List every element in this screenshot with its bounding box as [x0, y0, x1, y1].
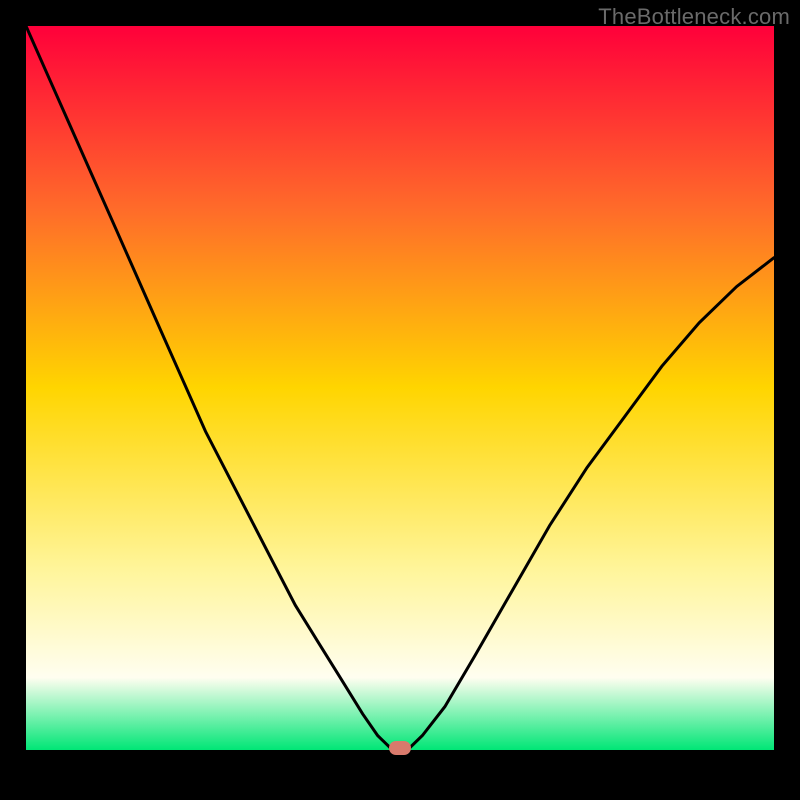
optimum-marker — [389, 741, 411, 755]
plot-background — [26, 26, 774, 750]
source-attribution: TheBottleneck.com — [598, 4, 790, 30]
bottleneck-chart — [0, 0, 800, 800]
chart-container: TheBottleneck.com — [0, 0, 800, 800]
